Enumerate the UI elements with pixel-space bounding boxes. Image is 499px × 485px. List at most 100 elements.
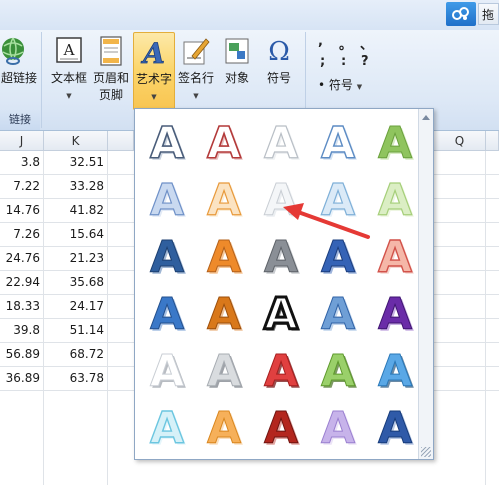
wordart-style-outline-gray[interactable]: AA xyxy=(255,113,307,167)
wordart-glyph: A xyxy=(321,175,355,224)
symbol-comma[interactable]: , xyxy=(318,34,323,49)
wordart-style-soft-orange[interactable]: AA xyxy=(198,170,250,224)
wordart-style-bevel-orange[interactable]: AA xyxy=(198,227,250,282)
wordart-style-outline-navy[interactable]: AA xyxy=(141,113,193,167)
symbol-semicolon[interactable]: ; xyxy=(320,54,325,69)
wordart-letter-icon: AA xyxy=(149,232,186,282)
object-button[interactable]: 对象 xyxy=(218,32,256,104)
wordart-style-red-shadow[interactable]: AA xyxy=(255,341,307,396)
column-header-j[interactable]: J xyxy=(0,131,44,151)
textbox-icon: A xyxy=(56,37,82,63)
wordart-style-white-shadow[interactable]: AA xyxy=(141,341,193,396)
wordart-letter-icon: AA xyxy=(149,346,186,396)
wordart-style-outline-blue[interactable]: AA xyxy=(312,113,364,167)
gallery-scrollbar[interactable] xyxy=(418,109,433,459)
wordart-letter-icon: AA xyxy=(206,174,243,224)
group-divider xyxy=(41,32,42,128)
symbol-menu-button[interactable]: • 符号 ▼ xyxy=(318,76,362,93)
wordart-style-deep-red[interactable]: AA xyxy=(255,398,307,453)
cell-k[interactable]: 24.17 xyxy=(44,295,108,318)
symbol-button[interactable]: Ω 符号 xyxy=(258,32,300,104)
column-header-r[interactable] xyxy=(486,131,499,151)
cell-j[interactable]: 39.8 xyxy=(0,319,44,342)
cell-k[interactable]: 68.72 xyxy=(44,343,108,366)
wordart-style-gradient-amber[interactable]: AA xyxy=(198,284,250,339)
wordart-glyph: A xyxy=(150,346,184,395)
column-header-l[interactable] xyxy=(108,131,134,151)
scroll-up-icon[interactable] xyxy=(422,115,430,120)
wordart-style-outline-green[interactable]: AA xyxy=(369,113,421,168)
wordart-style-gradient-skyblue[interactable]: AA xyxy=(312,284,364,339)
signature-line-button[interactable]: 签名行 ▼ xyxy=(176,32,216,104)
wordart-style-blue-shadow[interactable]: AA xyxy=(369,341,421,396)
cell-j[interactable]: 7.22 xyxy=(0,175,44,198)
wordart-style-navy-reflect[interactable]: AA xyxy=(369,398,421,453)
wordart-style-gradient-blue[interactable]: AA xyxy=(141,284,193,339)
wordart-style-lavender[interactable]: AA xyxy=(312,398,364,453)
wordart-glyph: A xyxy=(321,118,355,167)
cell-k[interactable]: 21.23 xyxy=(44,247,108,270)
svg-text:A: A xyxy=(63,41,75,59)
cell-k[interactable]: 32.51 xyxy=(44,151,108,174)
cell-j[interactable]: 3.8 xyxy=(0,151,44,174)
wordart-glyph: A xyxy=(264,232,298,281)
cell-k[interactable]: 51.14 xyxy=(44,319,108,342)
top-right-tab[interactable]: 拖 xyxy=(478,3,499,25)
wordart-style-glow-cyan[interactable]: AA xyxy=(141,398,193,452)
resize-grip-icon[interactable] xyxy=(421,447,431,457)
wordart-glyph: A xyxy=(378,232,412,281)
cell-j[interactable]: 24.76 xyxy=(0,247,44,270)
wordart-style-gradient-purple[interactable]: AA xyxy=(369,284,421,339)
wordart-style-black-outline[interactable]: AA xyxy=(255,284,307,339)
cell-j[interactable]: 18.33 xyxy=(0,295,44,318)
wordart-style-bevel-salmon[interactable]: AA xyxy=(369,227,421,281)
cell-j[interactable]: 14.76 xyxy=(0,199,44,222)
cell-k[interactable]: 41.82 xyxy=(44,199,108,222)
wordart-style-soft-blue[interactable]: AA xyxy=(141,170,193,224)
cell-j[interactable]: 36.89 xyxy=(0,367,44,390)
symbol-enum-comma[interactable]: 、 xyxy=(360,34,373,53)
wordart-letter-icon: AA xyxy=(262,288,300,339)
cell-j[interactable]: 22.94 xyxy=(0,271,44,294)
wordart-style-bevel-navy[interactable]: AA xyxy=(312,227,364,282)
omega-icon: Ω xyxy=(268,37,290,66)
cell-k[interactable]: 33.28 xyxy=(44,175,108,198)
wordart-style-soft-lime[interactable]: AA xyxy=(369,170,421,224)
wordart-style-bevel-blue[interactable]: AA xyxy=(141,227,193,282)
wordart-letter-icon: AA xyxy=(320,232,357,282)
textbox-label: 文本框 xyxy=(50,71,87,85)
object-label: 对象 xyxy=(224,71,249,85)
header-footer-icon xyxy=(100,36,122,66)
symbol-colon[interactable]: : xyxy=(341,54,346,69)
wordart-style-bevel-silver[interactable]: AA xyxy=(255,227,307,282)
symbol-period[interactable]: 。 xyxy=(339,34,352,53)
hyperlink-button[interactable]: 超链接 xyxy=(0,32,38,104)
wordart-letter-icon: AA xyxy=(149,402,186,452)
wordart-style-soft-teal[interactable]: AA xyxy=(312,170,364,224)
wordart-letter-icon: AA xyxy=(377,289,414,339)
wordart-style-outline-red[interactable]: AA xyxy=(198,113,250,167)
wordart-glyph: A xyxy=(378,118,412,167)
wordart-glyph: A xyxy=(321,403,355,452)
textbox-button[interactable]: A 文本框 ▼ xyxy=(47,32,91,104)
wordart-style-glow-orange[interactable]: AA xyxy=(198,398,250,453)
column-header-q[interactable]: Q xyxy=(434,131,486,151)
wordart-letter-icon: AA xyxy=(206,346,243,396)
wordart-button[interactable]: A 艺术字 ▼ xyxy=(133,32,175,110)
cloud-share-button[interactable] xyxy=(446,2,476,26)
cell-j[interactable]: 7.26 xyxy=(0,223,44,246)
svg-text:A: A xyxy=(140,37,165,67)
wordart-glyph: A xyxy=(150,289,184,338)
wordart-letter-icon: AA xyxy=(263,232,300,282)
wordart-style-gray-shadow[interactable]: AA xyxy=(198,341,250,396)
wordart-style-green-shadow[interactable]: AA xyxy=(312,341,364,396)
cell-j[interactable]: 56.89 xyxy=(0,343,44,366)
cell-k[interactable]: 63.78 xyxy=(44,367,108,390)
cell-k[interactable]: 35.68 xyxy=(44,271,108,294)
cell-k[interactable]: 15.64 xyxy=(44,223,108,246)
header-footer-button[interactable]: 页眉和 页脚 xyxy=(91,32,131,104)
symbol-question[interactable]: ? xyxy=(361,54,369,69)
wordart-letter-icon: AA xyxy=(206,232,243,282)
wordart-style-soft-white[interactable]: AA xyxy=(255,170,307,225)
column-header-k[interactable]: K xyxy=(44,131,108,151)
